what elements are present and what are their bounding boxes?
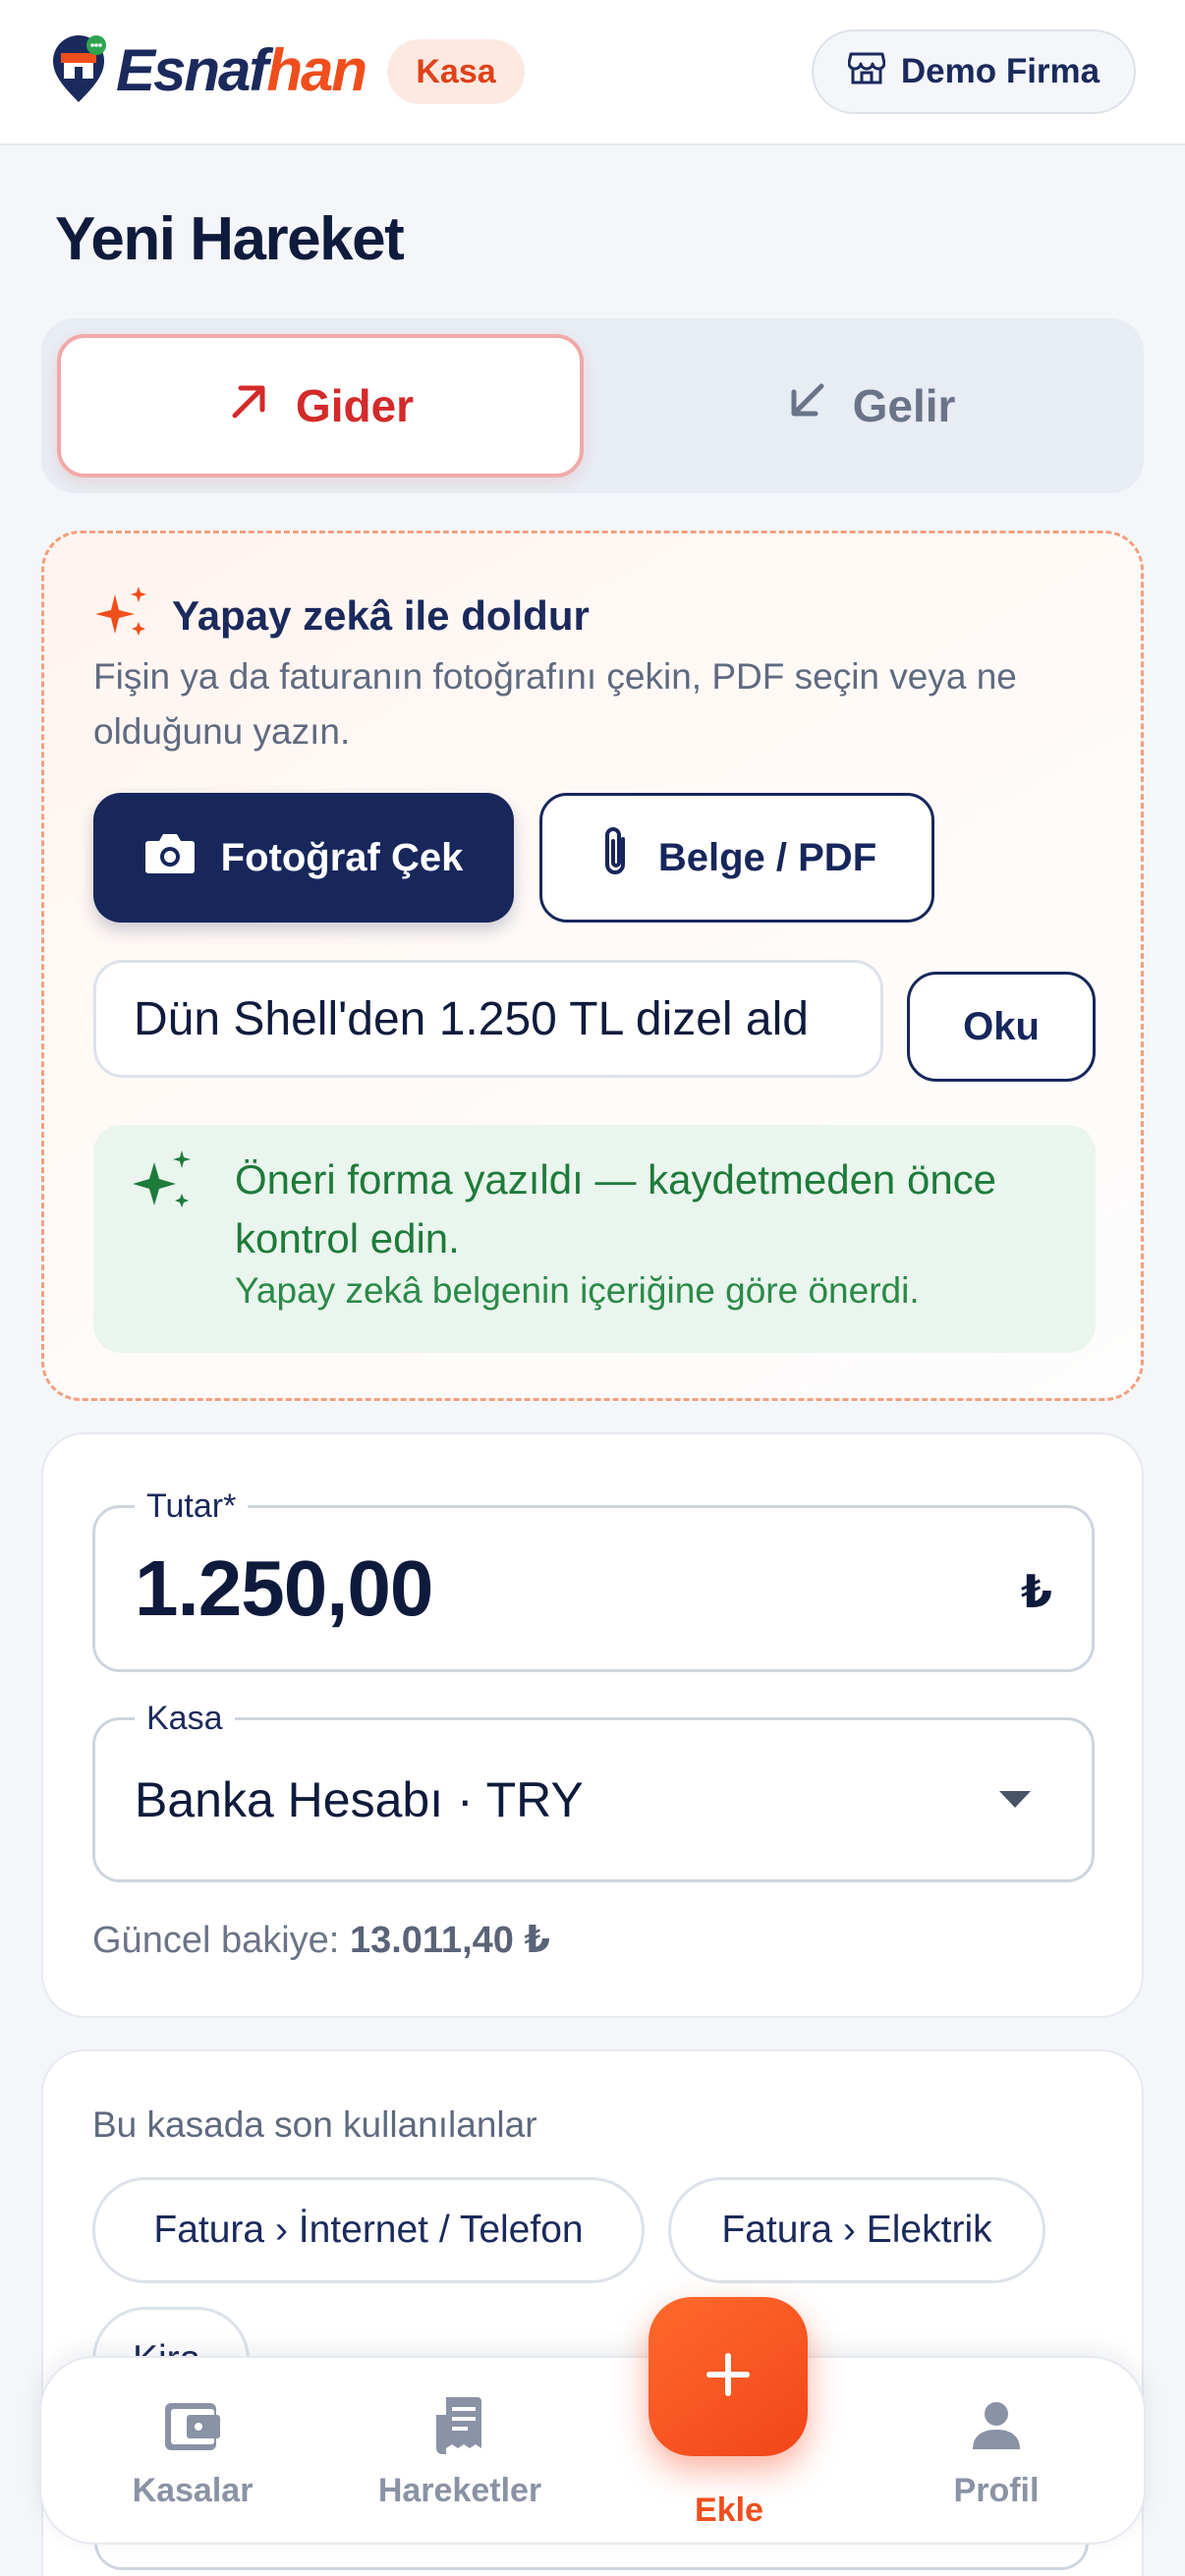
kasa-select[interactable]: Kasa Banka Hesabı · TRY (92, 1697, 1095, 1882)
ai-fill-description: Fişin ya da faturanın fotoğrafını çekin,… (93, 656, 1017, 752)
document-pdf-button[interactable]: Belge / PDF (539, 793, 934, 923)
nav-item-hareketler[interactable]: Hareketler (352, 2393, 568, 2531)
balance-value: 13.011,40 ₺ (349, 1920, 550, 1961)
ai-describe-input[interactable] (93, 960, 883, 1078)
person-icon (969, 2393, 1024, 2458)
paperclip-icon (597, 825, 633, 890)
module-badge: Kasa (387, 39, 525, 104)
camera-icon (144, 831, 196, 884)
nav-label-ekle: Ekle (695, 2492, 763, 2529)
ai-suggestion-title: Öneri forma yazıldı — kaydetmeden önce k… (235, 1156, 997, 1261)
currency-symbol: ₺ (1020, 1566, 1052, 1617)
balance-label: Güncel bakiye: (92, 1920, 340, 1961)
nav-item-kasalar[interactable]: Kasalar (85, 2393, 301, 2531)
nav-label-hareketler: Hareketler (377, 2472, 542, 2509)
arrow-up-right-icon (227, 378, 272, 434)
add-transaction-fab[interactable] (649, 2297, 808, 2456)
app-logo[interactable]: Esnafhan (49, 35, 367, 104)
document-pdf-label: Belge / PDF (657, 835, 877, 879)
nav-label-profil: Profil (953, 2472, 1040, 2509)
receipt-icon (434, 2393, 485, 2458)
nav-label-kasalar: Kasalar (132, 2472, 254, 2509)
tab-gider[interactable]: Gider (57, 334, 584, 477)
tab-gelir-label: Gelir (852, 380, 956, 431)
firm-switcher-button[interactable]: Demo Firma (812, 29, 1136, 114)
kasa-label: Kasa (135, 1697, 235, 1740)
storefront-icon (847, 51, 886, 93)
amount-field[interactable]: Tutar* 1.250,00 ₺ (92, 1484, 1095, 1672)
category-chip[interactable]: Fatura › İnternet / Telefon (92, 2177, 645, 2283)
tab-gider-label: Gider (295, 380, 415, 431)
caret-down-icon (999, 1791, 1031, 1808)
page-title: Yeni Hareket (55, 205, 405, 273)
bottom-navigation: Kasalar Hareketler Ekle Profil (39, 2356, 1146, 2545)
kasa-selected-value: Banka Hesabı · TRY (135, 1772, 584, 1827)
take-photo-button[interactable]: Fotoğraf Çek (93, 793, 514, 923)
app-header: Esnafhan Kasa Demo Firma (0, 0, 1185, 145)
amount-form-card: Tutar* 1.250,00 ₺ Kasa Banka Hesabı · TR… (41, 1432, 1144, 2018)
ai-fill-card: Yapay zekâ ile doldur Fişin ya da fatura… (41, 531, 1144, 1401)
sparkles-icon (93, 585, 150, 646)
take-photo-label: Fotoğraf Çek (220, 835, 464, 879)
ai-suggestion-subtitle: Yapay zekâ belgenin içeriğine göre önerd… (235, 1270, 920, 1311)
nav-item-profil[interactable]: Profil (888, 2393, 1104, 2531)
new-transaction-screen: Esnafhan Kasa Demo Firma Yeni Hareket Gi… (0, 0, 1185, 2576)
recent-categories-title: Bu kasada son kullanılanlar (92, 2104, 537, 2145)
transaction-type-toggle: Gider Gelir (41, 318, 1144, 493)
sparkles-success-icon (129, 1148, 198, 1222)
store-logo-icon (49, 35, 108, 104)
plus-icon (704, 2350, 753, 2404)
firm-label: Demo Firma (900, 52, 1100, 90)
amount-label: Tutar* (135, 1484, 249, 1528)
amount-value: 1.250,00 (135, 1544, 433, 1632)
logo-wordmark: Esnafhan (116, 36, 367, 103)
ai-fill-header: Yapay zekâ ile doldur (93, 585, 590, 646)
wallet-icon (163, 2393, 222, 2458)
read-button[interactable]: Oku (907, 972, 1096, 1082)
tab-gelir[interactable]: Gelir (611, 334, 1128, 477)
category-chip[interactable]: Fatura › Elektrik (668, 2177, 1045, 2283)
ai-suggestion-notice: Öneri forma yazıldı — kaydetmeden önce k… (93, 1125, 1096, 1353)
ai-fill-title: Yapay zekâ ile doldur (172, 591, 590, 639)
current-balance: Güncel bakiye: 13.011,40 ₺ (92, 1918, 550, 1962)
arrow-down-left-icon (784, 378, 829, 434)
